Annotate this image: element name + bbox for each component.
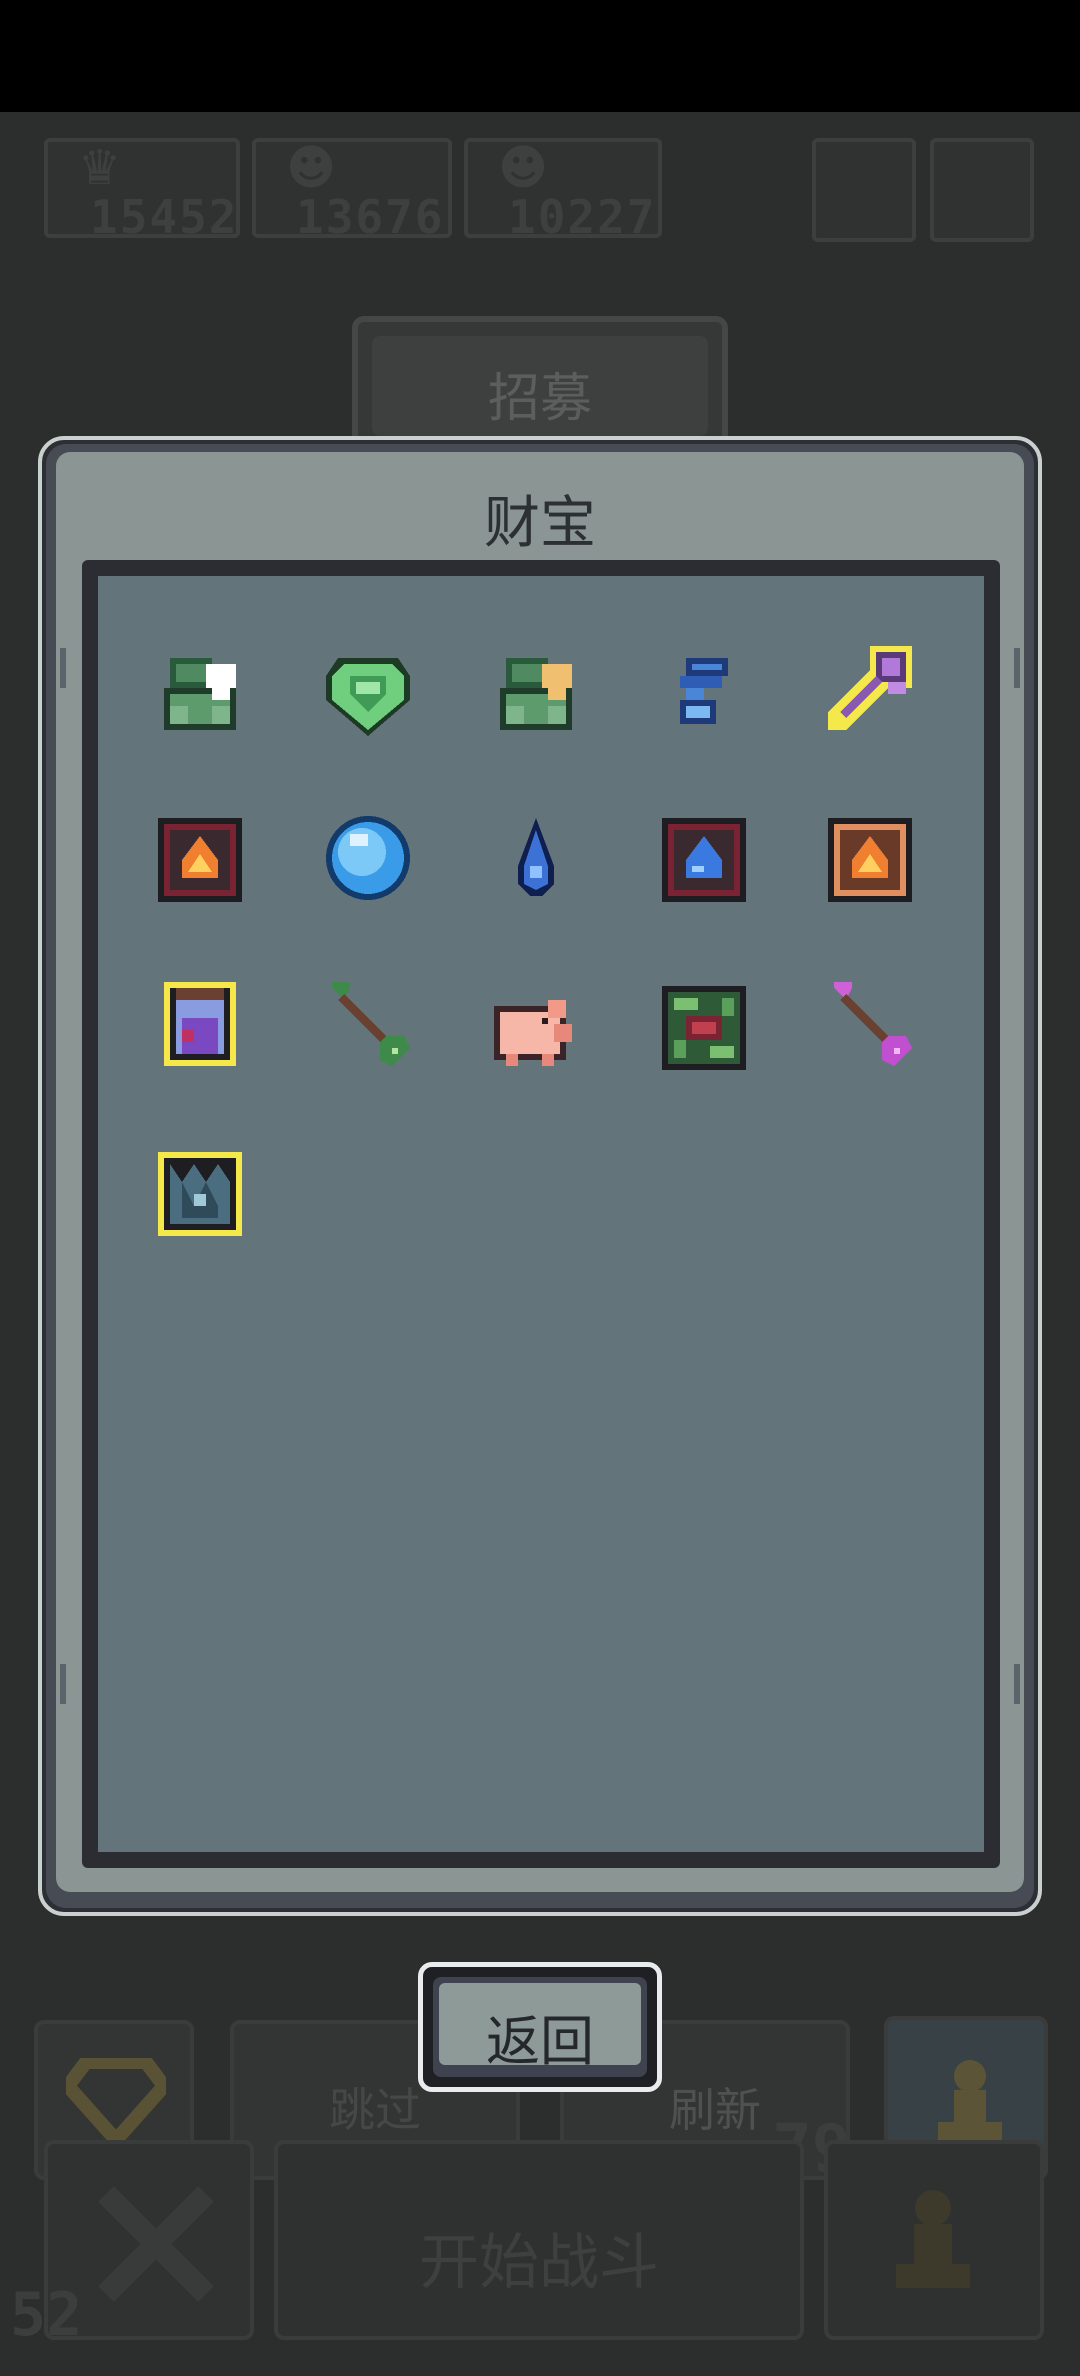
fire-card-red-icon[interactable] [152,812,248,908]
resource-value-1: 15452 [90,190,239,244]
back-button[interactable]: 返回 [418,1962,662,2092]
menu-icon[interactable] [812,138,916,242]
frog-face-icon: ☻ [498,140,549,196]
back-button-border: 返回 [433,1977,647,2077]
ice-crystal-icon[interactable] [152,1146,248,1242]
tab-recruit-label: 招募 [487,369,592,429]
pawn-icon [938,2060,1002,2142]
resource-value-3: 10227 [508,190,657,244]
water-drop-icon[interactable] [488,812,584,908]
panel-rivet [60,648,66,688]
gem-icon [66,2058,166,2144]
blue-mushroom-icon[interactable] [656,646,752,742]
crossed-swords-icon [98,2186,214,2302]
green-gem-shield-icon[interactable] [320,646,416,742]
panel-rivet [1014,648,1020,688]
start-battle-button[interactable]: 开始战斗 [274,2140,804,2340]
back-button-label: 返回 [486,2010,594,2073]
potion-jar-icon[interactable] [152,976,248,1072]
resource-value-2: 13676 [296,190,445,244]
battle-right-slot[interactable] [824,2140,1044,2340]
water-card-red-icon[interactable] [656,812,752,908]
dialog-title: 财宝 [484,491,596,556]
back-button-face: 返回 [439,1983,641,2073]
start-battle-label: 开始战斗 [419,2228,659,2298]
resource-box-1: ♛ 15452 [44,138,240,244]
pink-arrow-icon[interactable] [822,976,918,1072]
rune-tile-icon[interactable] [656,980,752,1076]
green-armor-white-skull-icon[interactable] [152,646,248,742]
settings-icon[interactable] [930,138,1034,242]
pink-pig-icon[interactable] [482,982,578,1078]
cat-face-icon: ☻ [286,140,337,196]
player-level: 52 [10,2280,83,2350]
purple-scepter-icon[interactable] [822,640,918,736]
panel-rivet [1014,1664,1020,1704]
resource-box-3: ☻ 10227 [464,138,662,244]
green-armor-gold-skull-icon[interactable] [488,646,584,742]
status-bar [0,0,1080,112]
tab-recruit[interactable]: 招募 [352,316,728,456]
crown-skull-icon: ♛ [78,140,122,196]
blue-orb-icon[interactable] [320,810,416,906]
green-arrow-icon[interactable] [320,976,416,1072]
panel-rivet [60,1664,66,1704]
pawn-icon [896,2190,970,2288]
resource-box-2: ☻ 13676 [252,138,452,244]
fire-card-orange-icon[interactable] [822,812,918,908]
